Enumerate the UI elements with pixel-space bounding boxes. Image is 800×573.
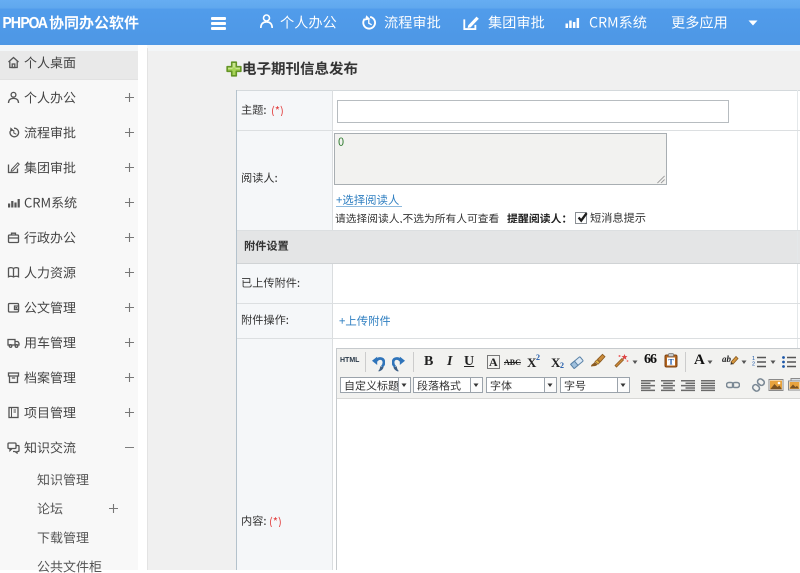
svg-text:ab: ab [722,354,732,364]
svg-text:T: T [668,358,674,367]
svg-text:2: 2 [752,362,755,368]
